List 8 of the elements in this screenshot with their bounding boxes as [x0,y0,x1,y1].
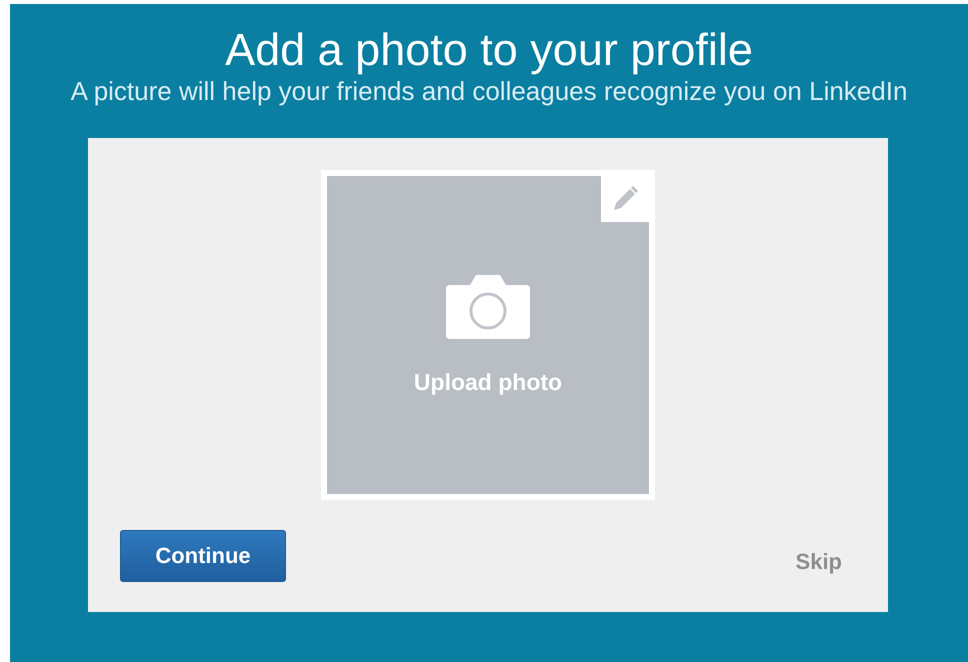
page-title: Add a photo to your profile [225,26,753,74]
page-subtitle: A picture will help your friends and colleagues recognize you on LinkedIn [70,78,908,104]
continue-button[interactable]: Continue [120,530,286,582]
camera-icon [446,274,530,338]
upload-label: Upload photo [414,368,562,396]
upload-photo-area[interactable]: Upload photo [327,176,649,494]
skip-link[interactable]: Skip [796,549,842,575]
pencil-icon [612,186,638,212]
